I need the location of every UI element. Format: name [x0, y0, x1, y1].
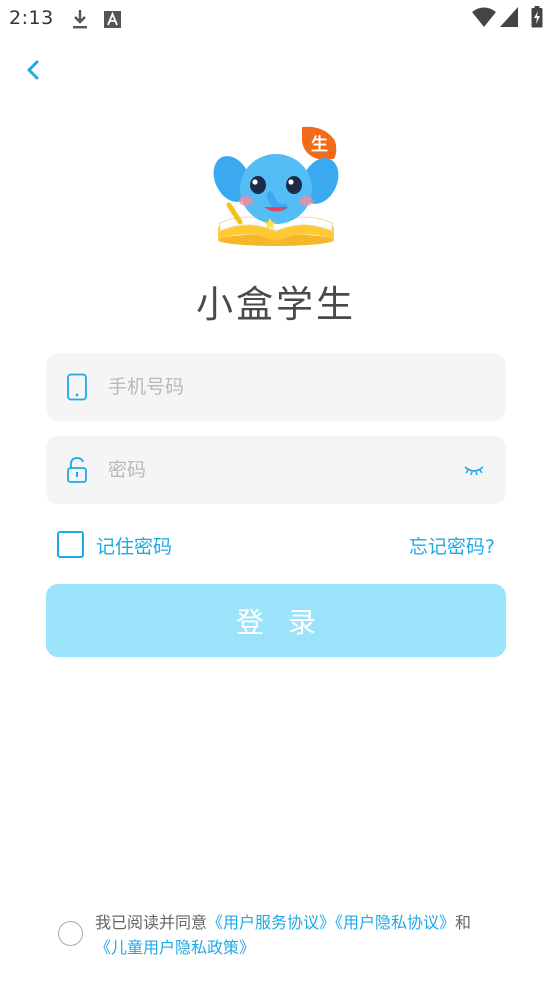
user-privacy-agreement-link[interactable]: 《用户隐私协议》: [335, 913, 455, 932]
back-button[interactable]: [20, 57, 46, 83]
eye-closed-icon[interactable]: [463, 461, 485, 479]
phone-input[interactable]: [108, 353, 468, 421]
user-service-agreement-link[interactable]: 《用户服务协议》: [207, 913, 335, 932]
logo-badge-text: 生: [311, 134, 328, 155]
login-button[interactable]: 登录: [46, 584, 506, 657]
phone-icon: [65, 373, 89, 401]
chevron-left-icon: [27, 60, 39, 80]
wifi-icon: [472, 7, 496, 31]
login-button-label: 登录: [235, 605, 340, 639]
remember-checkbox[interactable]: [57, 531, 84, 558]
download-icon: [70, 8, 90, 34]
status-bar: 2:13: [0, 0, 552, 38]
agreement-radio[interactable]: [58, 921, 83, 946]
agreement-prefix: 我已阅读并同意: [95, 913, 208, 932]
app-title: 小盒学生: [196, 283, 356, 326]
status-time: 2:13: [9, 7, 54, 29]
agreement-text: 我已阅读并同意《用户服务协议》《用户隐私协议》和《儿童用户隐私政策》: [95, 910, 515, 960]
agreement-middle: 和: [455, 913, 472, 932]
remember-label: 记住密码: [96, 536, 173, 558]
lock-icon: [65, 456, 89, 484]
battery-icon: [531, 6, 543, 32]
forgot-password-link[interactable]: 忘记密码?: [409, 532, 495, 559]
password-input[interactable]: [108, 436, 468, 504]
phone-field[interactable]: [46, 353, 506, 421]
password-field[interactable]: [46, 436, 506, 504]
app-logo: 生: [212, 123, 342, 251]
child-privacy-policy-link[interactable]: 《儿童用户隐私政策》: [95, 938, 255, 957]
login-screen: 2:13 生 小盒学生 手机号码 记住密码 忘记密码? 登录 我已阅读并同意《用…: [0, 0, 552, 983]
signal-icon: [500, 7, 518, 31]
font-a-icon: [104, 11, 121, 32]
